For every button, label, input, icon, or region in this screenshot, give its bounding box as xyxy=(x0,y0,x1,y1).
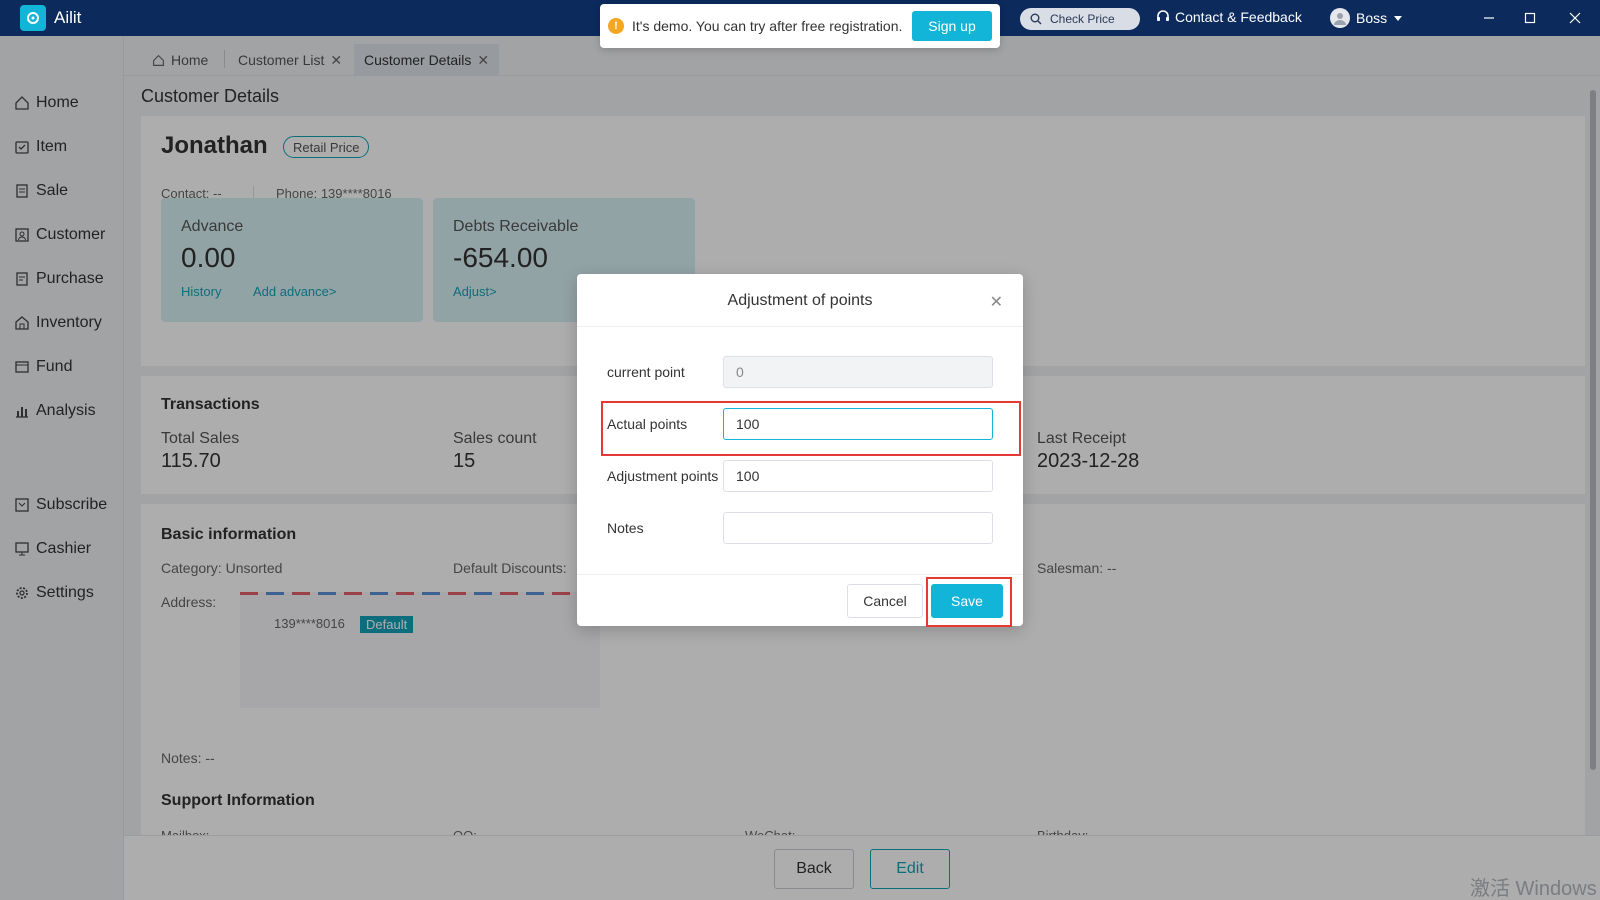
check-price-label: Check Price xyxy=(1050,12,1115,26)
avatar xyxy=(1330,8,1350,28)
contact-feedback-button[interactable]: Contact & Feedback xyxy=(1155,9,1302,25)
info-icon: ! xyxy=(608,18,624,34)
close-icon[interactable]: ✕ xyxy=(990,292,1003,312)
signup-button[interactable]: Sign up xyxy=(912,11,992,41)
close-window-button[interactable] xyxy=(1566,9,1584,27)
notes-label: Notes xyxy=(607,520,644,536)
save-button-highlight xyxy=(926,577,1012,627)
headset-icon xyxy=(1157,10,1169,21)
notice-text: It's demo. You can try after free regist… xyxy=(632,18,903,34)
minimize-button[interactable] xyxy=(1480,9,1498,27)
dialog-title: Adjustment of points xyxy=(727,292,873,309)
current-point-label: current point xyxy=(607,364,685,380)
cancel-button[interactable]: Cancel xyxy=(847,584,923,618)
maximize-icon xyxy=(1524,12,1536,24)
user-name: Boss xyxy=(1356,10,1388,26)
demo-notice: ! It's demo. You can try after free regi… xyxy=(600,4,1000,48)
minimize-icon xyxy=(1484,17,1494,19)
current-point-field xyxy=(723,356,993,388)
app-logo-icon xyxy=(20,5,46,31)
contact-feedback-label: Contact & Feedback xyxy=(1175,9,1302,25)
caret-down-icon xyxy=(1394,16,1403,21)
actual-points-highlight xyxy=(601,401,1021,456)
close-icon xyxy=(1569,12,1581,24)
user-menu[interactable]: Boss xyxy=(1330,8,1403,28)
app-name: Ailit xyxy=(54,8,82,27)
maximize-button[interactable] xyxy=(1521,9,1539,27)
dialog-footer-divider xyxy=(577,574,1023,575)
adjustment-points-field[interactable] xyxy=(723,460,993,492)
search-icon xyxy=(1030,13,1042,25)
dialog-header-divider xyxy=(577,326,1023,327)
check-price-button[interactable]: Check Price xyxy=(1020,8,1140,30)
notes-field[interactable] xyxy=(723,512,993,544)
adjustment-points-label: Adjustment points xyxy=(607,468,719,484)
